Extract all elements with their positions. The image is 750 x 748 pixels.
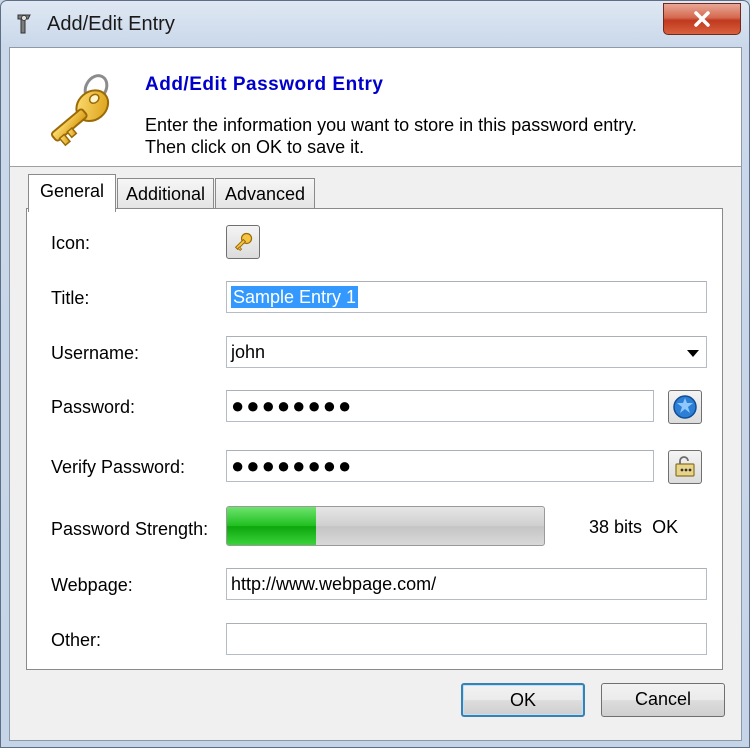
ok-button[interactable]: OK: [461, 683, 585, 717]
username-label: Username:: [51, 343, 140, 363]
tab-general[interactable]: General: [28, 174, 116, 212]
window-title: Add/Edit Entry: [47, 13, 175, 35]
close-icon: [694, 11, 710, 27]
other-input[interactable]: [226, 623, 707, 655]
webpage-label: Webpage:: [51, 575, 133, 595]
dialog-window: Add/Edit Entry Add/Edit Password Entry E…: [0, 0, 750, 748]
dialog-client: Add/Edit Password Entry Enter the inform…: [9, 47, 742, 741]
password-strength-bits: 38 bits: [589, 517, 643, 537]
banner-description-line-1: Enter the information you want to store …: [145, 115, 637, 135]
title-label: Title:: [51, 288, 90, 308]
tab-advanced[interactable]: Advanced: [215, 178, 315, 210]
webpage-input[interactable]: http://www.webpage.com/: [226, 568, 707, 600]
icon-label: Icon:: [51, 233, 91, 253]
app-icon: [17, 14, 31, 34]
banner-title: Add/Edit Password Entry: [145, 74, 384, 95]
password-strength-bar: [226, 506, 545, 546]
other-label: Other:: [51, 630, 102, 650]
key-icon: [50, 74, 110, 147]
general-tab-panel: Icon: Title: Sample Entry 1 Username: jo…: [26, 208, 723, 670]
banner-description: Enter the information you want to store …: [145, 114, 637, 158]
show-password-icon: [675, 456, 695, 477]
title-bar[interactable]: Add/Edit Entry: [1, 1, 749, 47]
generate-password-icon: [673, 395, 697, 419]
password-strength-fill: [227, 507, 316, 545]
verify-password-input[interactable]: ●●●●●●●●: [226, 450, 654, 482]
dropdown-arrow-icon[interactable]: [687, 350, 699, 357]
cancel-button[interactable]: Cancel: [601, 683, 725, 717]
generate-password-button[interactable]: [668, 390, 702, 424]
password-strength-label: Password Strength:: [51, 519, 209, 539]
password-strength-status: OK: [652, 517, 679, 537]
username-value: john: [231, 342, 266, 362]
password-label: Password:: [51, 397, 136, 417]
icon-picker-button[interactable]: [226, 225, 260, 259]
verify-password-label: Verify Password:: [51, 457, 186, 477]
banner-description-line-2: Then click on OK to save it.: [145, 137, 365, 157]
header-banner: Add/Edit Password Entry Enter the inform…: [10, 48, 741, 167]
show-password-button[interactable]: [668, 450, 702, 484]
password-strength-text: 38 bits OK: [589, 517, 678, 538]
password-input[interactable]: ●●●●●●●●: [226, 390, 654, 422]
title-input[interactable]: Sample Entry 1: [226, 281, 707, 313]
username-combobox[interactable]: john: [226, 336, 707, 368]
tab-additional[interactable]: Additional: [117, 178, 214, 210]
key-icon: [234, 232, 253, 252]
close-button[interactable]: [663, 3, 741, 35]
title-value: Sample Entry 1: [231, 286, 359, 308]
